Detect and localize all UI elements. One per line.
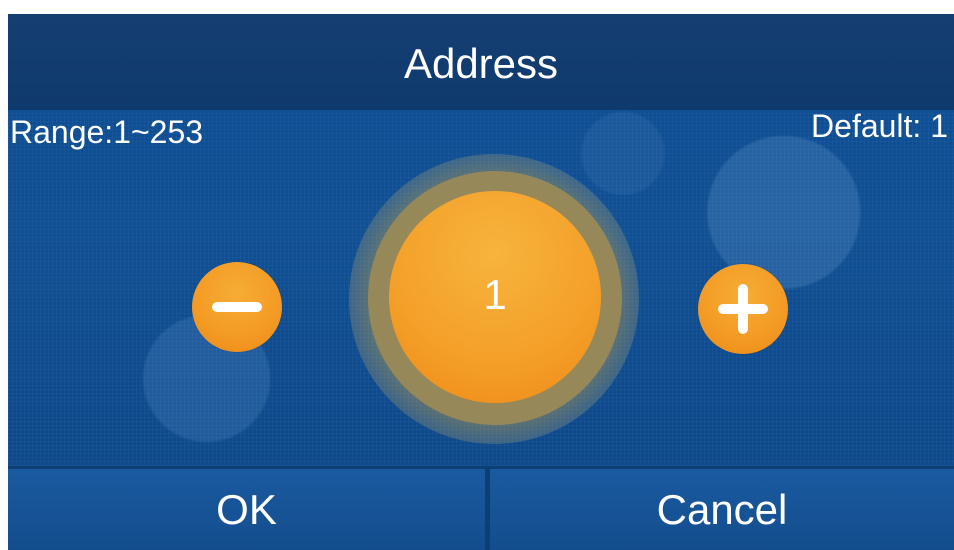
address-value-display: 1	[389, 191, 601, 403]
address-settings-screen: Address Range:1~253 Default: 1 1 OK Canc…	[8, 14, 954, 550]
page-title: Address	[403, 40, 559, 87]
default-label: Default: 1	[811, 108, 948, 144]
ok-button[interactable]: OK	[8, 469, 485, 550]
increase-button[interactable]	[698, 264, 788, 354]
range-label: Range:1~253	[10, 114, 204, 150]
plus-icon	[718, 284, 768, 334]
decrease-button[interactable]	[192, 262, 282, 352]
minus-icon	[212, 302, 262, 312]
cancel-button[interactable]: Cancel	[490, 469, 954, 550]
title-bar: Address	[8, 14, 954, 110]
address-value: 1	[483, 271, 507, 318]
